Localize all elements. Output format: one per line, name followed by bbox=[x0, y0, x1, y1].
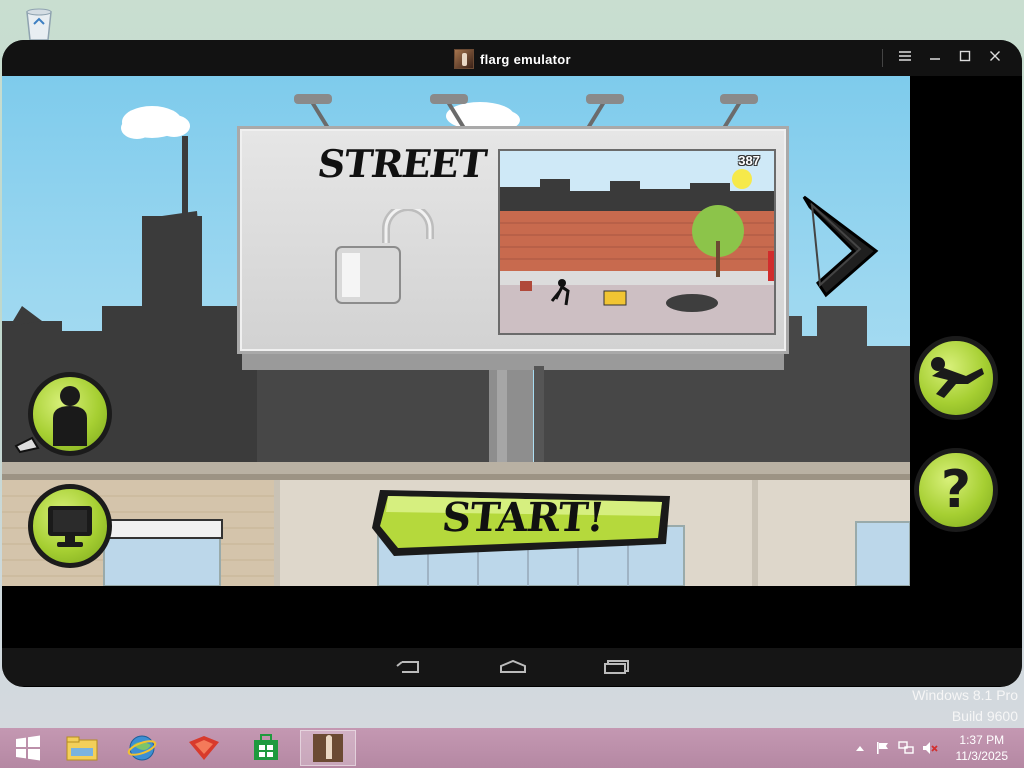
file-explorer-icon[interactable] bbox=[54, 730, 110, 766]
help-button[interactable]: ? bbox=[914, 448, 998, 532]
minimize-icon[interactable] bbox=[922, 46, 948, 70]
character-icon bbox=[53, 386, 87, 446]
clock-date: 11/3/2025 bbox=[955, 749, 1009, 763]
game-viewport[interactable]: STREET 387 START! bbox=[2, 76, 910, 586]
taskbar: 1:37 PM 11/3/2025 bbox=[0, 728, 1024, 768]
show-hidden-icons-icon[interactable] bbox=[856, 745, 864, 751]
flarg-emulator-icon[interactable] bbox=[300, 730, 356, 766]
tv-button[interactable] bbox=[28, 484, 112, 568]
watermark-build: Build 9600 bbox=[951, 708, 1018, 724]
title-separator bbox=[882, 49, 883, 67]
clock-time: 1:37 PM bbox=[959, 733, 1005, 747]
trick-icon bbox=[931, 357, 984, 398]
recents-icon[interactable] bbox=[604, 660, 630, 674]
menu-icon[interactable] bbox=[892, 46, 918, 70]
action-center-flag-icon[interactable] bbox=[876, 741, 890, 755]
home-icon[interactable] bbox=[499, 660, 527, 674]
recycle-bin-icon[interactable] bbox=[22, 6, 56, 42]
title-bar[interactable]: flarg emulator bbox=[2, 40, 1022, 76]
flarg-app-icon bbox=[454, 49, 474, 69]
level-billboard[interactable]: STREET 387 bbox=[237, 126, 789, 354]
close-icon[interactable] bbox=[982, 46, 1008, 70]
store-icon[interactable] bbox=[238, 730, 294, 766]
volume-muted-icon[interactable] bbox=[922, 741, 938, 755]
windows-start-icon[interactable] bbox=[0, 730, 56, 766]
trick-button[interactable] bbox=[914, 336, 998, 420]
network-icon[interactable] bbox=[898, 741, 914, 755]
start-button[interactable]: START! bbox=[370, 484, 676, 558]
maximize-icon[interactable] bbox=[952, 46, 978, 70]
app-fox-icon[interactable] bbox=[176, 730, 232, 766]
window-title: flarg emulator bbox=[480, 51, 571, 67]
next-arrow-icon[interactable] bbox=[800, 191, 880, 301]
android-nav-bar bbox=[2, 648, 1022, 686]
tv-icon bbox=[48, 506, 92, 547]
clock[interactable]: 1:37 PM 11/3/2025 bbox=[956, 732, 1009, 764]
watermark-edition: Windows 8.1 Pro bbox=[912, 687, 1018, 703]
back-icon[interactable] bbox=[396, 660, 422, 674]
start-label: START! bbox=[439, 494, 607, 541]
mode-title: STREET bbox=[314, 141, 489, 186]
browser-icon[interactable] bbox=[114, 730, 170, 766]
level-preview: 387 bbox=[498, 149, 776, 335]
character-button[interactable] bbox=[28, 372, 112, 456]
help-icon: ? bbox=[940, 460, 972, 520]
windows-watermark: Windows 8.1 Pro Build 9600 bbox=[912, 685, 1018, 727]
emulator-window: flarg emulator STREET 387 START! ? bbox=[2, 40, 1022, 687]
unlocked-padlock-icon bbox=[335, 209, 434, 304]
preview-score: 387 bbox=[738, 153, 760, 168]
